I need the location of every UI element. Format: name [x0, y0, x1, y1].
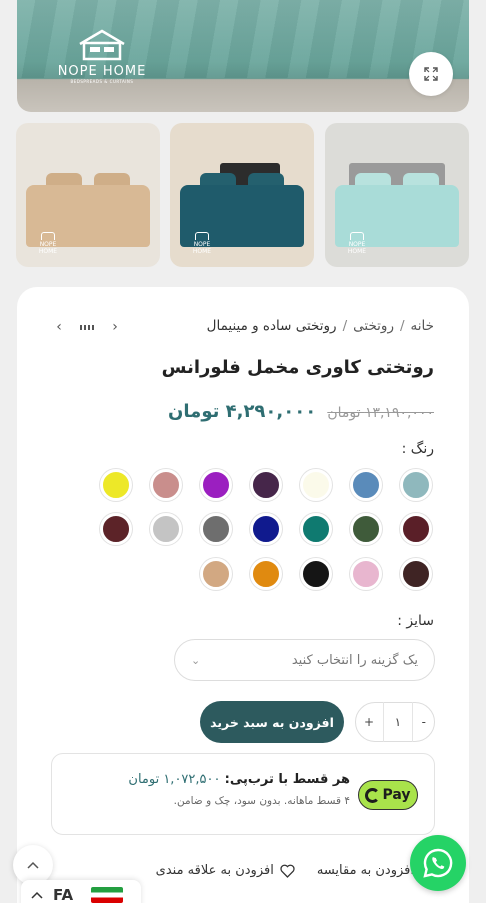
quantity-plus-button[interactable]: + — [364, 715, 374, 729]
color-swatch[interactable] — [150, 469, 182, 501]
color-swatch[interactable] — [100, 513, 132, 545]
chevron-up-icon — [27, 861, 39, 869]
color-swatch[interactable] — [200, 513, 232, 545]
thumbnail-teal[interactable]: NOPE HOME — [170, 123, 314, 267]
size-label: سایز : — [397, 613, 434, 629]
size-select-placeholder: یک گزینه را انتخاب کنید — [291, 652, 418, 668]
color-swatch[interactable] — [200, 469, 232, 501]
color-swatch[interactable] — [250, 513, 282, 545]
compare-label: افزودن به مقایسه — [316, 863, 414, 878]
whatsapp-icon — [423, 848, 453, 878]
scroll-to-top-button[interactable] — [13, 845, 53, 885]
torob-pay-text: Pay — [382, 787, 411, 803]
wishlist-button[interactable]: افزودن به علاقه مندی — [156, 863, 295, 878]
chevron-left-icon[interactable]: ‹ — [52, 318, 66, 336]
color-swatch[interactable] — [350, 558, 382, 590]
color-swatch[interactable] — [250, 469, 282, 501]
product-main-image[interactable]: NOPE HOME BEDSPREADS & CURTAINS — [17, 0, 469, 112]
product-actions: افزودن به مقایسه افزودن به علاقه مندی — [156, 863, 434, 878]
breadcrumb-separator: / — [342, 318, 348, 334]
product-price: ۱۳,۱۹۰,۰۰۰ تومان ۴,۲۹۰,۰۰۰ تومان — [168, 401, 434, 422]
heart-icon — [280, 864, 295, 878]
color-swatch[interactable] — [300, 513, 332, 545]
color-swatch[interactable] — [300, 469, 332, 501]
brand-logo: NOPE HOME BEDSPREADS & CURTAINS — [47, 28, 157, 84]
sale-price: ۴,۲۹۰,۰۰۰ تومان — [168, 401, 317, 422]
breadcrumb: خانه / روتختی / روتختی ساده و مینیمال — [207, 318, 434, 334]
color-swatch[interactable] — [400, 558, 432, 590]
logo-brand-text: NOPE HOME — [57, 64, 147, 79]
thumbnail-logo: NOPE HOME — [184, 232, 220, 255]
color-swatch[interactable] — [300, 558, 332, 590]
installment-subtitle: ۴ قسط ماهانه. بدون سود، چک و ضامن. — [173, 795, 350, 807]
installment-title-prefix: هر قسط با ترب‌پی: — [224, 772, 350, 787]
color-swatch[interactable] — [200, 558, 232, 590]
logo-tagline: BEDSPREADS & CURTAINS — [70, 79, 134, 84]
chevron-down-icon: ⌄ — [191, 653, 201, 667]
installment-title: هر قسط با ترب‌پی: ۱,۰۷۲,۵۰۰ تومان — [128, 772, 350, 787]
add-to-cart-button[interactable]: افزودن به سبد خرید — [200, 701, 344, 743]
thumbnail-beige[interactable]: NOPE HOME — [16, 123, 160, 267]
torob-pay-badge: Pay — [358, 780, 418, 810]
quantity-stepper[interactable]: + ۱ - — [355, 702, 435, 742]
installment-text: هر قسط با ترب‌پی: ۱,۰۷۲,۵۰۰ تومان ۴ قسط … — [128, 772, 350, 807]
house-logo-icon — [74, 28, 130, 62]
breadcrumb-separator: / — [399, 318, 405, 334]
color-swatch[interactable] — [250, 558, 282, 590]
size-select[interactable]: یک گزینه را انتخاب کنید ⌄ — [174, 639, 435, 681]
language-switcher[interactable]: FA — [21, 880, 141, 903]
thumbnail-logo: NOPE HOME — [339, 232, 375, 255]
color-swatch[interactable] — [100, 469, 132, 501]
thumbnail-logo: NOPE HOME — [30, 232, 66, 255]
whatsapp-button[interactable] — [410, 835, 466, 891]
installment-box: هر قسط با ترب‌پی: ۱,۰۷۲,۵۰۰ تومان ۴ قسط … — [51, 753, 435, 835]
thumbnail-mint[interactable]: NOPE HOME — [325, 123, 469, 267]
breadcrumb-category[interactable]: روتختی — [353, 318, 394, 334]
quantity-minus-button[interactable]: - — [422, 715, 426, 729]
installment-amount: ۱,۰۷۲,۵۰۰ تومان — [128, 772, 221, 787]
expand-image-button[interactable] — [409, 52, 453, 96]
old-price: ۱۳,۱۹۰,۰۰۰ تومان — [327, 405, 434, 421]
grid-icon[interactable] — [80, 318, 94, 336]
chevron-right-icon[interactable]: › — [108, 318, 122, 336]
iran-flag-icon — [91, 887, 124, 903]
chevron-up-icon — [31, 891, 43, 899]
quantity-input[interactable]: ۱ — [382, 702, 413, 742]
product-navigation: ‹ › — [52, 318, 122, 336]
color-swatch[interactable] — [150, 513, 182, 545]
color-label: رنگ : — [401, 441, 434, 457]
color-swatch[interactable] — [350, 469, 382, 501]
expand-icon — [424, 67, 438, 81]
breadcrumb-subcategory[interactable]: روتختی ساده و مینیمال — [207, 318, 337, 334]
torob-pay-logo-icon — [365, 787, 381, 803]
product-title: روتختی کاوری مخمل فلورانس — [161, 357, 434, 378]
language-code: FA — [53, 886, 74, 903]
color-swatch[interactable] — [400, 513, 432, 545]
color-swatch[interactable] — [400, 469, 432, 501]
breadcrumb-home[interactable]: خانه — [411, 318, 434, 334]
color-swatch[interactable] — [350, 513, 382, 545]
wishlist-label: افزودن به علاقه مندی — [155, 863, 274, 878]
